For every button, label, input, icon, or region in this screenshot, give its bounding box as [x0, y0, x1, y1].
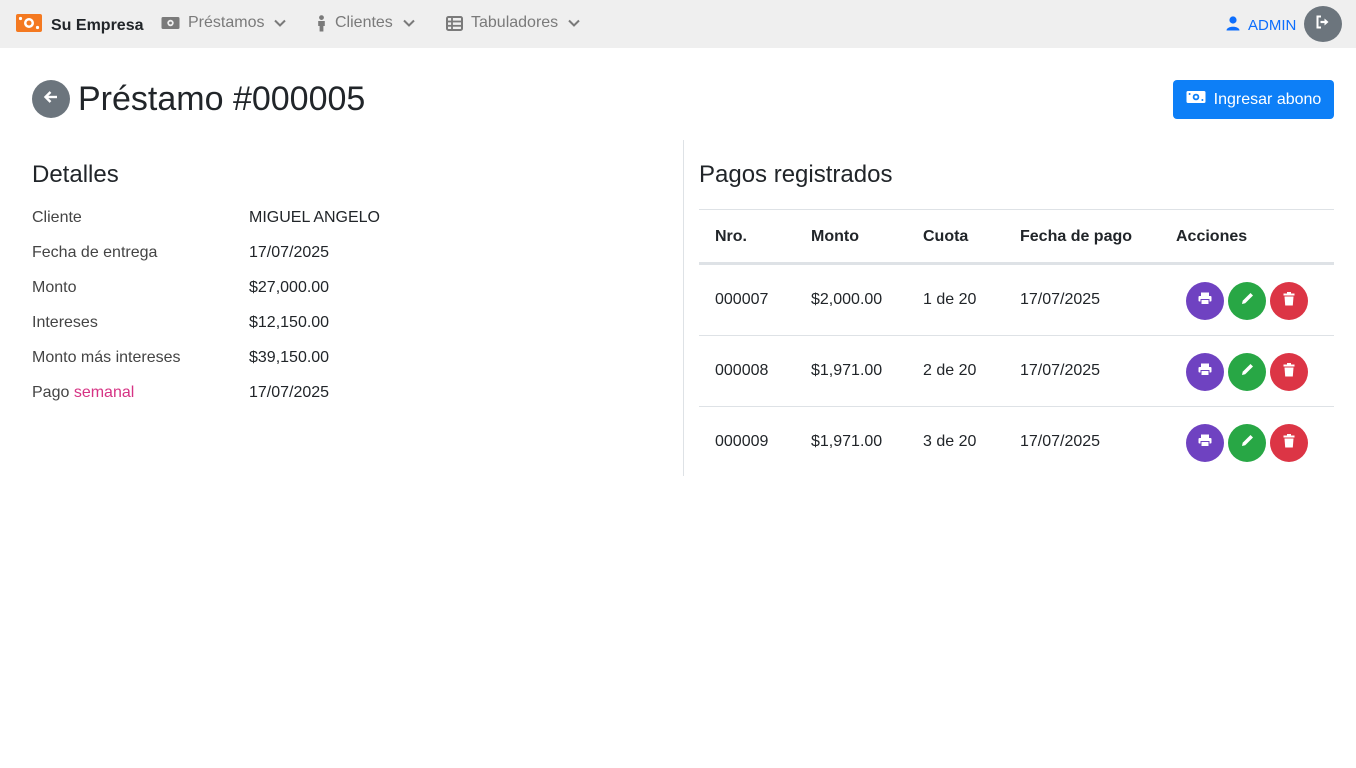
back-button[interactable] [32, 80, 70, 118]
print-icon [1198, 292, 1212, 310]
detail-value: $39,150.00 [249, 349, 330, 366]
print-button[interactable] [1186, 353, 1224, 391]
nav-menu-clientes[interactable]: Clientes [316, 14, 415, 32]
user-menu[interactable]: ADMIN [1226, 16, 1296, 35]
button-label: Ingresar abono [1213, 90, 1322, 108]
cell-nro: 000008 [715, 362, 769, 379]
column-header: Monto [811, 228, 859, 245]
payment-frequency: semanal [73, 384, 135, 401]
money-bill-icon [15, 12, 43, 39]
page-title: Préstamo #000005 [78, 80, 366, 118]
brand-link[interactable]: Su Empresa [15, 12, 143, 39]
detail-label-prefix: Pago [32, 384, 70, 401]
payments-title: Pagos registrados [699, 161, 893, 188]
nav-menu-label: Clientes [335, 14, 393, 31]
edit-button[interactable] [1228, 353, 1266, 391]
chevron-down-icon [274, 19, 287, 27]
detail-row: Cliente MIGUEL ANGELO [32, 206, 632, 230]
cell-monto: $1,971.00 [811, 362, 883, 379]
detail-row: Pago semanal 17/07/2025 [32, 381, 632, 405]
pencil-icon [1241, 292, 1254, 310]
brand-name: Su Empresa [51, 16, 144, 34]
trash-icon [1283, 433, 1295, 453]
detail-value: $12,150.00 [249, 314, 330, 331]
edit-button[interactable] [1228, 282, 1266, 320]
table-header-row: Nro. Monto Cuota Fecha de pago Acciones [699, 210, 1334, 265]
cell-fecha: 17/07/2025 [1020, 291, 1101, 308]
trash-icon [1283, 291, 1295, 311]
table-row: 000009 $1,971.00 3 de 20 17/07/2025 [699, 407, 1334, 478]
delete-button[interactable] [1270, 424, 1308, 462]
detail-value: 17/07/2025 [249, 384, 330, 401]
detail-row: Fecha de entrega 17/07/2025 [32, 241, 632, 265]
detail-value: MIGUEL ANGELO [249, 209, 380, 226]
pencil-icon [1241, 434, 1254, 452]
cell-fecha: 17/07/2025 [1020, 433, 1101, 450]
cell-monto: $1,971.00 [811, 433, 883, 450]
print-icon [1198, 434, 1212, 452]
nav-menu-label: Préstamos [188, 14, 265, 31]
detail-label: Monto [32, 279, 77, 296]
detail-value: $27,000.00 [249, 279, 330, 296]
sign-out-icon [1315, 15, 1331, 34]
nav-menu-label: Tabuladores [471, 14, 559, 31]
cell-nro: 000009 [715, 433, 769, 450]
chevron-down-icon [403, 19, 415, 27]
cell-cuota: 1 de 20 [923, 291, 977, 308]
trash-icon [1283, 362, 1295, 382]
cell-fecha: 17/07/2025 [1020, 362, 1101, 379]
detail-row: Intereses $12,150.00 [32, 311, 632, 335]
cell-cuota: 2 de 20 [923, 362, 977, 379]
print-button[interactable] [1186, 282, 1224, 320]
table-row: 000007 $2,000.00 1 de 20 17/07/2025 [699, 265, 1334, 336]
detail-label: Cliente [32, 209, 82, 226]
cell-cuota: 3 de 20 [923, 433, 977, 450]
cell-nro: 000007 [715, 291, 769, 308]
table-row: 000008 $1,971.00 2 de 20 17/07/2025 [699, 336, 1334, 407]
delete-button[interactable] [1270, 282, 1308, 320]
arrow-left-icon [43, 90, 59, 109]
logout-button[interactable] [1304, 6, 1342, 42]
table-icon [446, 15, 463, 31]
detail-label: Intereses [32, 314, 98, 331]
detail-value: 17/07/2025 [249, 244, 330, 261]
column-header: Acciones [1176, 228, 1248, 245]
user-name: ADMIN [1248, 17, 1297, 34]
pencil-icon [1241, 363, 1254, 381]
column-header: Nro. [715, 228, 747, 245]
money-bill-icon [161, 16, 180, 30]
detail-label: Pago semanal [32, 381, 134, 405]
nav-menu-tabuladores[interactable]: Tabuladores [446, 14, 580, 32]
cell-monto: $2,000.00 [811, 291, 883, 308]
column-divider [683, 140, 684, 476]
ingresar-abono-button[interactable]: Ingresar abono [1173, 80, 1334, 119]
row-actions [1186, 424, 1312, 462]
chevron-down-icon [568, 19, 580, 27]
person-icon [316, 14, 327, 32]
user-icon [1226, 16, 1240, 35]
detail-row: Monto más intereses $39,150.00 [32, 346, 632, 370]
edit-button[interactable] [1228, 424, 1266, 462]
detail-label: Monto más intereses [32, 349, 181, 366]
money-bill-icon [1186, 90, 1206, 109]
payments-table: Nro. Monto Cuota Fecha de pago Acciones … [699, 209, 1334, 478]
print-icon [1198, 363, 1212, 381]
print-button[interactable] [1186, 424, 1224, 462]
column-header: Cuota [923, 228, 969, 245]
details-title: Detalles [32, 161, 119, 188]
nav-menu-prestamos[interactable]: Préstamos [161, 14, 287, 32]
detail-row: Monto $27,000.00 [32, 276, 632, 300]
row-actions [1186, 353, 1312, 391]
row-actions [1186, 282, 1312, 320]
top-navbar: Su Empresa Préstamos Clientes Tabuladore… [0, 0, 1356, 48]
detail-label: Fecha de entrega [32, 244, 158, 261]
column-header: Fecha de pago [1020, 228, 1133, 245]
delete-button[interactable] [1270, 353, 1308, 391]
